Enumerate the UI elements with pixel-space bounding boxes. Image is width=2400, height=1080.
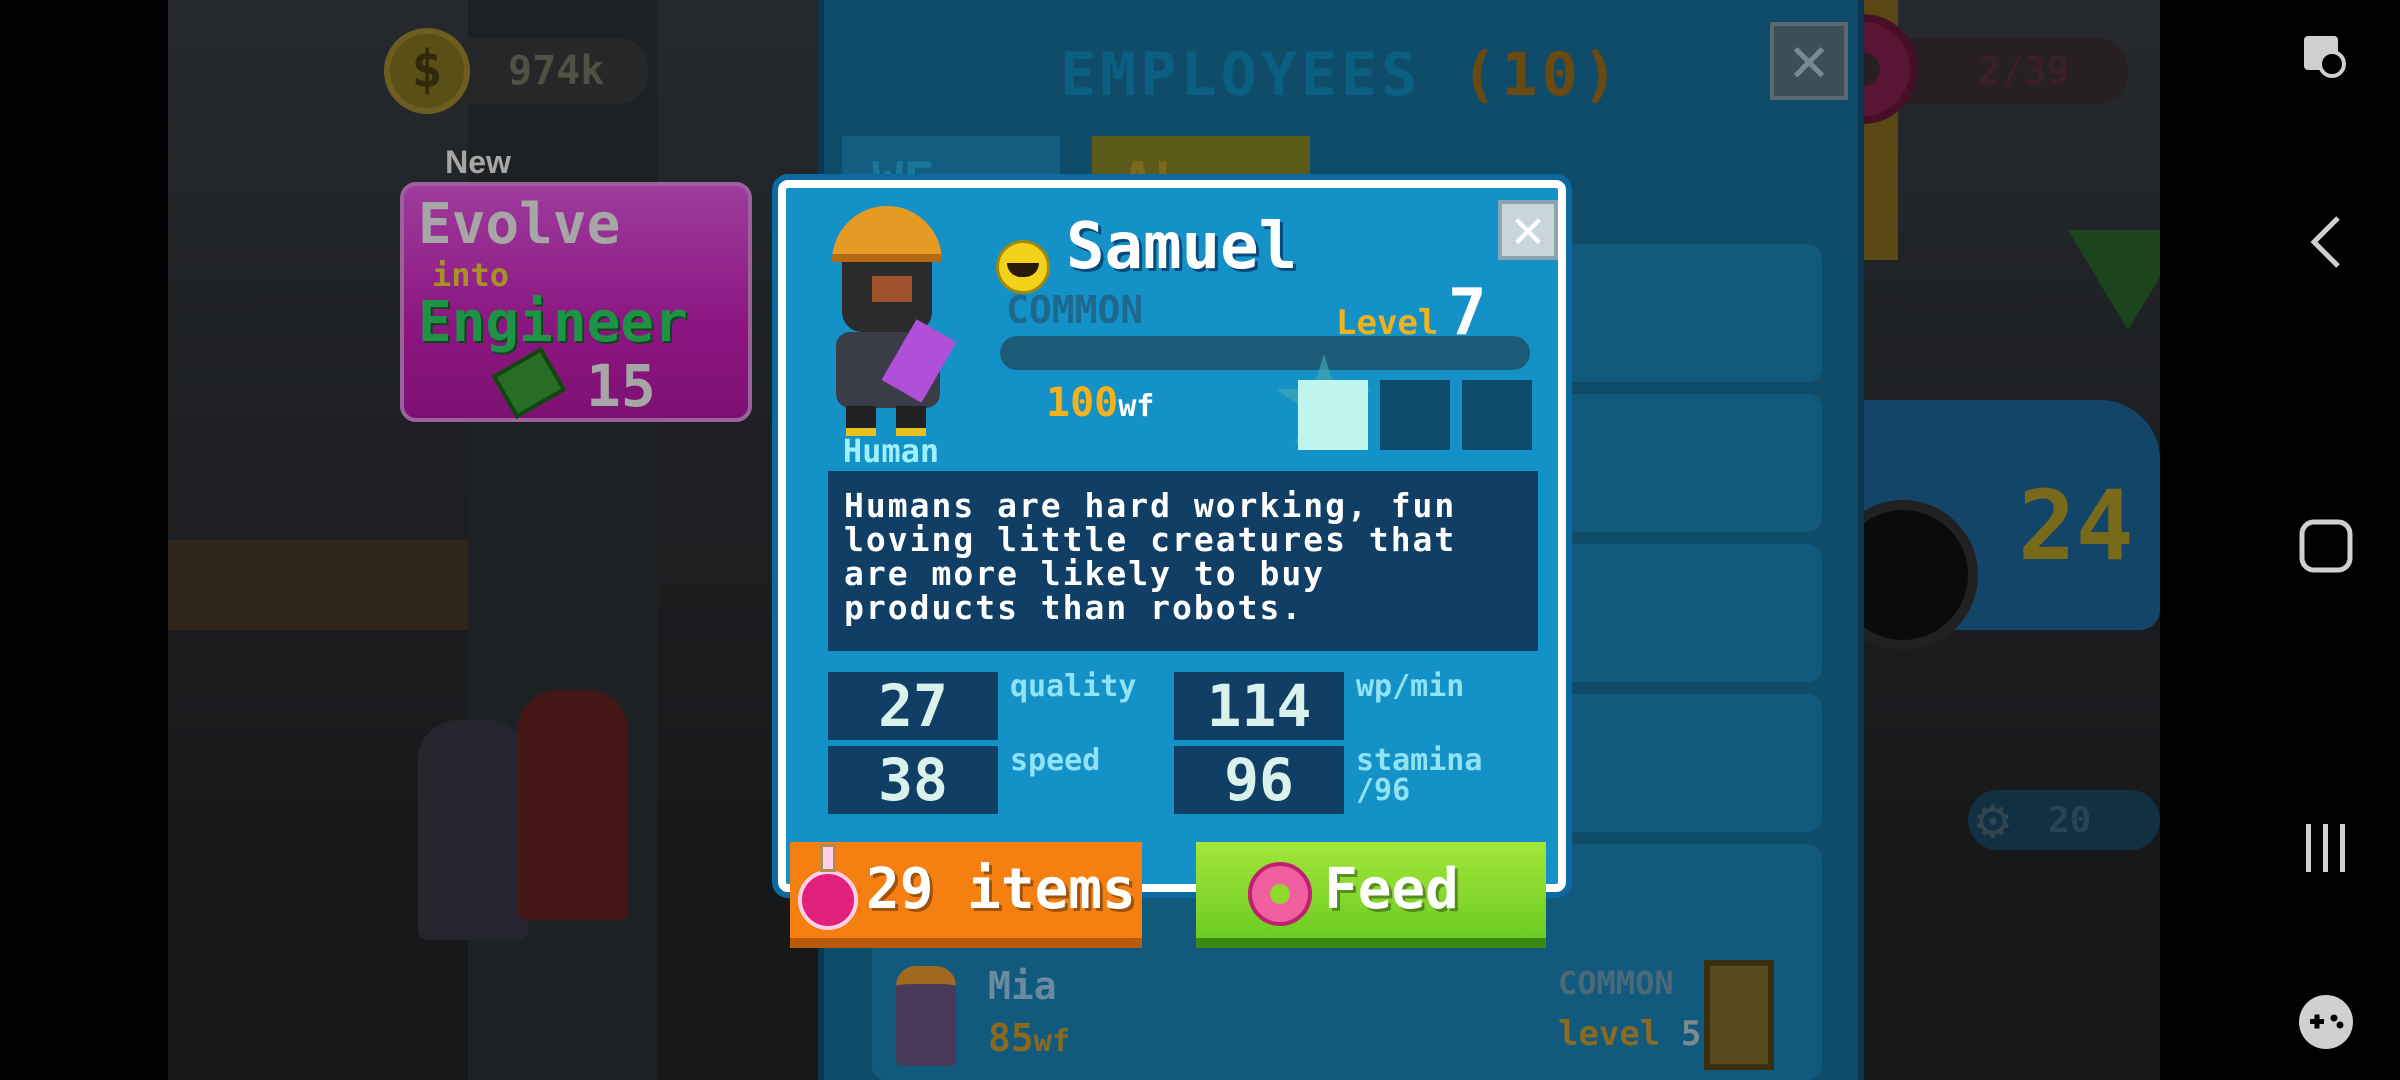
- stamina-label: stamina /96: [1356, 743, 1483, 808]
- speed-label: speed: [1010, 743, 1101, 778]
- screen-pin-icon[interactable]: [2290, 22, 2362, 94]
- employees-count: (10): [1461, 40, 1622, 110]
- recent-apps-icon[interactable]: [2290, 812, 2362, 884]
- employee-wf: 85wf: [988, 1016, 1070, 1060]
- employee-rarity: COMMON: [1558, 964, 1674, 1002]
- star-slot-empty: [1380, 380, 1450, 450]
- game-tools-icon[interactable]: [2290, 986, 2362, 1058]
- employee-level-label: level: [1558, 1014, 1661, 1054]
- employee-wf: 100wf: [1046, 380, 1154, 426]
- employee-level: level 5: [1558, 1014, 1701, 1054]
- door-icon: [1704, 960, 1774, 1070]
- employee-detail-dialog: Human Samuel ✕ COMMON Level 7 100wf Huma…: [778, 180, 1566, 892]
- screen: 24 ⚙ 20 974k $ 2/39 New Evolve into Engi…: [0, 0, 2400, 1080]
- employee-wf-value: 85: [988, 1016, 1034, 1060]
- wp-per-min-label: wp/min: [1356, 669, 1465, 704]
- employees-close-button[interactable]: ✕: [1770, 22, 1848, 100]
- feed-button[interactable]: Feed: [1196, 842, 1546, 948]
- employee-list-item[interactable]: Mia 85wf COMMON level 5: [872, 950, 1822, 1080]
- close-icon: ✕: [1511, 197, 1545, 260]
- potion-icon: [798, 844, 858, 930]
- hard-hat-icon: [832, 206, 942, 262]
- experience-bar: [1000, 336, 1530, 370]
- items-button-label: 29 items: [866, 857, 1136, 922]
- employee-level-value: 5: [1680, 1014, 1702, 1054]
- home-icon[interactable]: [2290, 510, 2362, 582]
- employee-wf-unit: wf: [1118, 389, 1155, 424]
- star-slot-empty: [1462, 380, 1532, 450]
- items-button[interactable]: 29 items: [790, 842, 1142, 948]
- feed-button-label: Feed: [1324, 857, 1459, 922]
- employee-rarity: COMMON: [1006, 288, 1144, 332]
- employee-description: Humans are hard working, fun loving litt…: [828, 471, 1538, 651]
- donut-icon: [1248, 862, 1312, 926]
- employee-name: Mia: [988, 964, 1057, 1008]
- back-icon[interactable]: [2290, 206, 2362, 278]
- quality-value: 27: [828, 672, 998, 740]
- stamina-value: 96: [1174, 746, 1344, 814]
- employees-title: EMPLOYEES (10): [824, 40, 1858, 110]
- happy-mood-icon: [996, 240, 1050, 294]
- employee-wf-unit: wf: [1033, 1024, 1070, 1059]
- employee-wf-value: 100: [1046, 380, 1119, 426]
- employees-title-text: EMPLOYEES: [1060, 40, 1422, 110]
- close-icon: ✕: [1789, 23, 1829, 97]
- employee-avatar: [896, 966, 956, 1066]
- star-slot-filled: [1298, 380, 1368, 450]
- employee-name: Samuel: [1066, 210, 1298, 284]
- employee-race: Human: [842, 432, 940, 470]
- speed-value: 38: [828, 746, 998, 814]
- employee-portrait: [826, 206, 957, 436]
- quality-label: quality: [1010, 669, 1137, 704]
- dialog-close-button[interactable]: ✕: [1498, 200, 1558, 260]
- wp-per-min-value: 114: [1174, 672, 1344, 740]
